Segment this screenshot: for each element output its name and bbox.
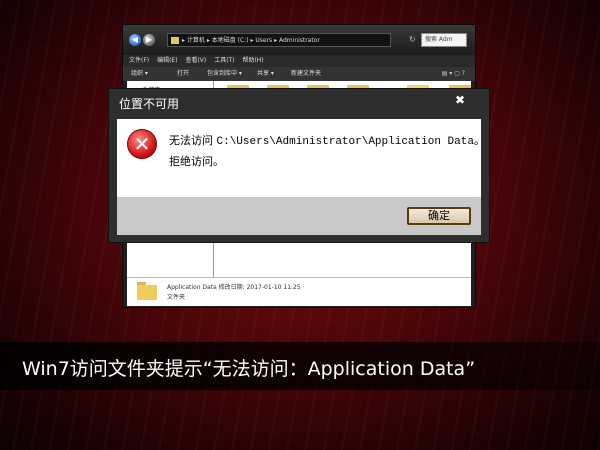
error-message-prefix: 无法访问 [169,134,217,147]
back-button[interactable]: ◀ [129,34,141,46]
menu-edit[interactable]: 编辑(E) [157,57,177,64]
folder-icon [171,37,179,44]
error-message: 无法访问 C:\Users\Administrator\Application … [169,132,485,148]
dialog-footer: 确定 [117,197,481,235]
dialog-title: 位置不可用 [119,97,180,111]
error-reason: 拒绝访问。 [169,155,224,168]
error-x-icon: ✕ [127,129,157,159]
forward-button[interactable]: ▶ [143,34,155,46]
folder-icon [137,282,157,300]
organize-button[interactable]: 组织 ▾ [131,67,148,81]
share-button[interactable]: 共享 ▾ [257,67,274,81]
address-bar-area: ◀ ▶ ▸ 计算机 ▸ 本地磁盘 (C:) ▸ Users ▸ Administ… [123,25,475,55]
details-pane: Application Data 修改日期: 2017-01-10 11:25 … [127,277,471,306]
location-unavailable-dialog: 位置不可用 ✖ ✕ 无法访问 C:\Users\Administrator\Ap… [108,88,490,243]
dialog-message-area: ✕ 无法访问 C:\Users\Administrator\Applicatio… [117,119,485,197]
menu-view[interactable]: 查看(V) [185,57,206,64]
command-bar: 组织 ▾ 打开 包含到库中 ▾ 共享 ▾ 新建文件夹 ▤ ▾ ▢ ? [123,67,475,81]
open-button[interactable]: 打开 [177,67,189,81]
include-in-library-button[interactable]: 包含到库中 ▾ [207,67,242,81]
refresh-icon[interactable]: ↻ [409,35,416,44]
search-input[interactable]: 搜索 Adm [421,33,467,47]
address-path: ▸ 计算机 ▸ 本地磁盘 (C:) ▸ Users ▸ Administrato… [182,37,320,44]
close-icon[interactable]: ✖ [455,93,465,107]
menu-file[interactable]: 文件(F) [129,57,149,64]
caption-title: Win7访问文件夹提示“无法访问：Application Data” [22,358,476,380]
ok-button[interactable]: 确定 [407,207,471,225]
menu-bar: 文件(F) 编辑(E) 查看(V) 工具(T) 帮助(H) [123,55,475,67]
menu-help[interactable]: 帮助(H) [242,57,263,64]
detail-name: Application Data 修改日期: 2017-01-10 11:25 [167,284,301,291]
new-folder-button[interactable]: 新建文件夹 [291,67,321,81]
menu-tools[interactable]: 工具(T) [214,57,234,64]
view-options-icon[interactable]: ▤ ▾ ▢ ? [442,67,465,81]
error-message-path: C:\Users\Administrator\Application Data。 [216,136,485,148]
address-field[interactable]: ▸ 计算机 ▸ 本地磁盘 (C:) ▸ Users ▸ Administrato… [167,33,391,47]
detail-type: 文件夹 [167,294,186,301]
